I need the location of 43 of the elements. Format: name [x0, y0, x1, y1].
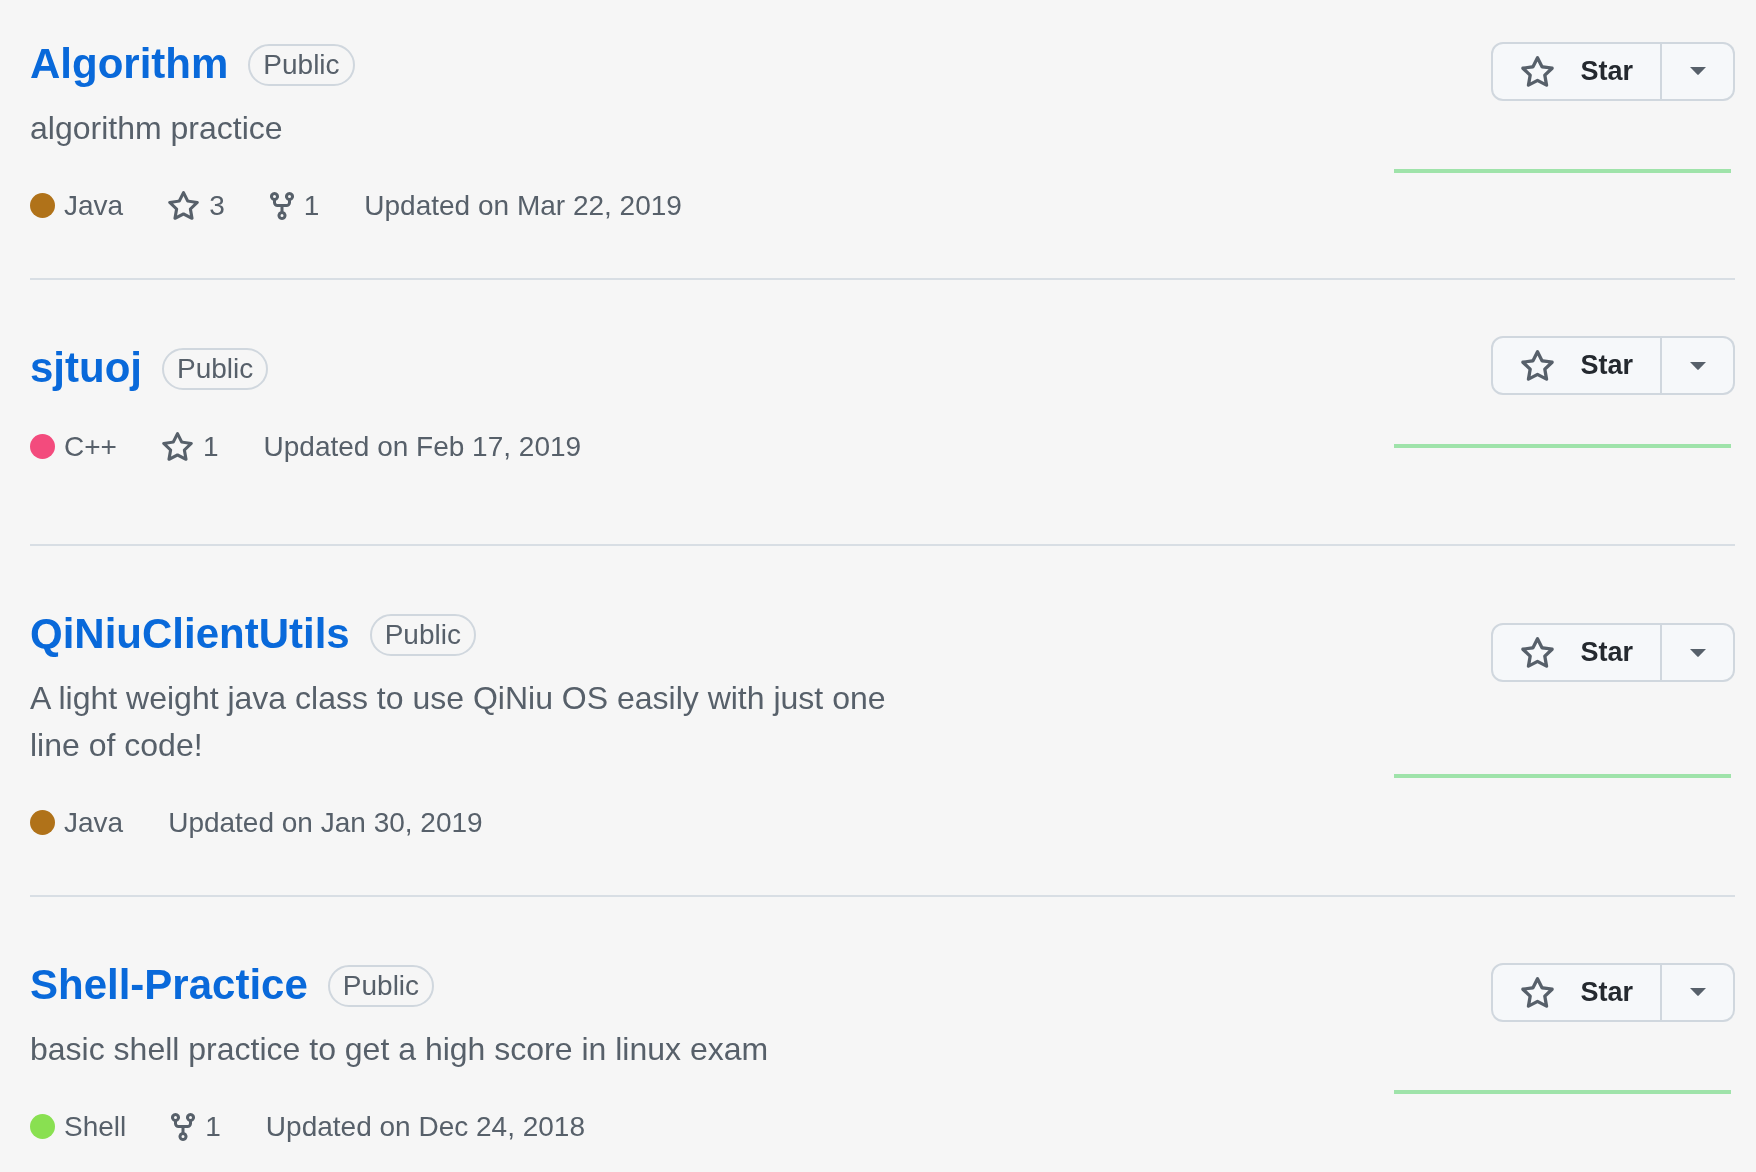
language-name: Java — [64, 806, 124, 839]
repo-description: A light weight java class to use QiNiu OS easily with just one line of code! — [30, 679, 887, 765]
star-button[interactable]: Star — [1491, 623, 1662, 683]
star-icon — [1521, 350, 1555, 381]
star-icon — [1521, 637, 1555, 669]
stargazers-link[interactable]: 1 — [161, 430, 219, 463]
visibility-label: Public — [369, 613, 476, 656]
updated-date: Updated on Jan 30, 2019 — [168, 806, 483, 839]
caret-icon — [1689, 648, 1706, 657]
repo-name-link[interactable]: Shell-Practice — [30, 960, 308, 1011]
language-name: Java — [64, 189, 124, 222]
forks-link[interactable]: 1 — [269, 189, 320, 222]
caret-icon — [1689, 67, 1706, 75]
language-name: Shell — [64, 1110, 127, 1143]
repo-description: basic shell practice to get a high score in linux exam — [30, 1030, 770, 1069]
forks-link[interactable]: 1 — [171, 1110, 221, 1143]
star-icon — [1521, 976, 1555, 1008]
star-icon — [161, 432, 193, 461]
language-name: C++ — [64, 430, 117, 463]
star-list-dropdown-button[interactable] — [1662, 41, 1735, 101]
star-icon — [168, 191, 200, 220]
visibility-label: Public — [162, 347, 269, 390]
star-icon — [1521, 55, 1555, 87]
repo-name-link[interactable]: Algorithm — [30, 39, 229, 90]
stargazers-link[interactable]: 3 — [168, 189, 225, 222]
star-list-dropdown-button[interactable] — [1662, 623, 1735, 683]
repo-description: algorithm practice — [30, 109, 284, 148]
repo-name-link[interactable]: QiNiuClientUtils — [30, 609, 350, 660]
caret-icon — [1689, 988, 1706, 996]
repo-name-link[interactable]: sjtuoj — [30, 343, 142, 394]
visibility-label: Public — [327, 964, 435, 1007]
caret-icon — [1689, 361, 1706, 370]
updated-date: Updated on Dec 24, 2018 — [265, 1110, 585, 1143]
star-button[interactable]: Star — [1491, 41, 1662, 101]
star-button[interactable]: Star — [1491, 336, 1662, 395]
fork-icon — [269, 191, 294, 220]
star-button[interactable]: Star — [1491, 962, 1662, 1022]
visibility-label: Public — [248, 43, 355, 86]
fork-icon — [171, 1112, 196, 1141]
updated-date: Updated on Feb 17, 2019 — [263, 430, 582, 463]
star-list-dropdown-button[interactable] — [1662, 962, 1735, 1022]
star-list-dropdown-button[interactable] — [1662, 336, 1735, 395]
updated-date: Updated on Mar 22, 2019 — [364, 189, 682, 222]
